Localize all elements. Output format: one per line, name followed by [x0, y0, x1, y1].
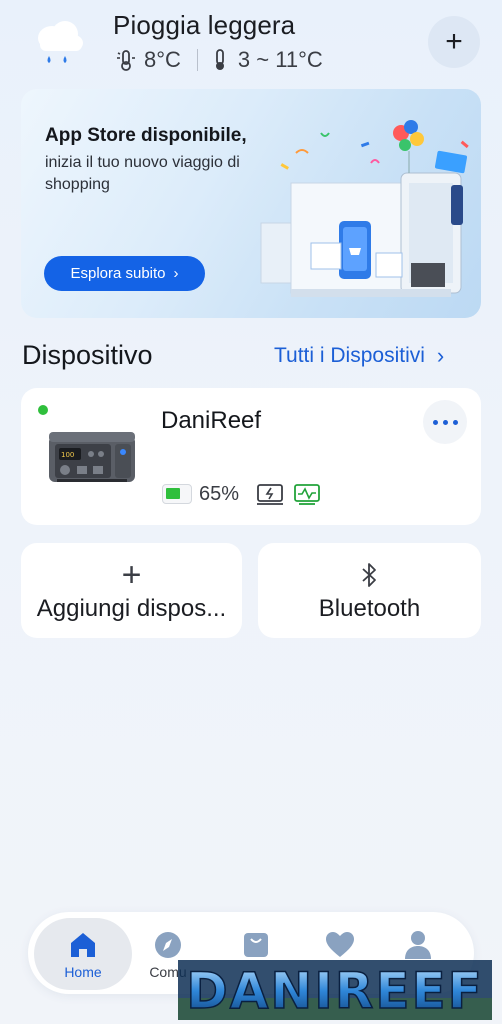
chevron-right-icon: ›: [173, 265, 179, 282]
current-temperature: 8°C: [144, 47, 181, 72]
banner-subtitle: inizia il tuo nuovo viaggio di shopping: [45, 154, 240, 193]
dot: [442, 419, 448, 425]
battery-fill: [166, 488, 180, 499]
weather-temperatures: 8°C 3 ~ 11°C: [116, 46, 323, 74]
person-icon: [405, 931, 431, 959]
battery-icon: [162, 484, 192, 504]
chevron-right-icon: ›: [436, 343, 445, 368]
plus-icon: +: [121, 556, 142, 594]
add-device-label: Aggiungi dispos...: [36, 595, 227, 622]
shopping-bag-icon: [244, 933, 268, 957]
weather-header[interactable]: Pioggia leggera 8°C 3 ~ 11°C +: [0, 0, 502, 84]
devices-section-title: Dispositivo: [22, 340, 153, 370]
bluetooth-button[interactable]: Bluetooth: [258, 543, 481, 638]
heart-icon: [326, 932, 354, 957]
power-station-image: 100: [49, 432, 135, 482]
device-card[interactable]: 100 DaniReef 65%: [21, 388, 481, 525]
add-device-button[interactable]: + Aggiungi dispos...: [21, 543, 242, 638]
app-store-banner[interactable]: App Store disponibile, inizia il tuo nuo…: [21, 89, 481, 318]
battery-percentage: 65%: [199, 483, 240, 505]
more-options-button[interactable]: [423, 400, 467, 444]
device-name: DaniReef: [161, 407, 262, 434]
banner-title: App Store disponibile,: [45, 125, 247, 146]
home-icon: [71, 933, 95, 957]
compass-icon: [155, 932, 181, 958]
ac-output-icon: [257, 484, 283, 505]
nav-home[interactable]: Home: [34, 912, 132, 994]
dot: [432, 419, 438, 425]
nav-home-label: Home: [64, 964, 102, 980]
explore-button-label: Esplora subito: [70, 265, 166, 282]
thermometer-icon: [215, 49, 224, 70]
bluetooth-icon: [362, 563, 376, 587]
weather-condition: Pioggia leggera: [113, 10, 296, 40]
dot: [452, 419, 458, 425]
explore-button[interactable]: Esplora subito ›: [44, 256, 205, 291]
bluetooth-label: Bluetooth: [318, 595, 421, 622]
divider: [196, 49, 198, 71]
add-button[interactable]: +: [428, 16, 480, 68]
rain-cloud-icon: [38, 21, 83, 63]
solar-input-icon: [294, 484, 320, 505]
watermark-text: DANIREEF: [186, 962, 484, 1020]
all-devices-label: Tutti i Dispositivi: [274, 344, 425, 367]
temperature-range: 3 ~ 11°C: [237, 47, 323, 72]
svg-text:100: 100: [61, 451, 74, 459]
online-status-dot: [38, 405, 48, 415]
thermometer-sun-icon: [117, 50, 135, 71]
all-devices-link[interactable]: Tutti i Dispositivi ›: [274, 343, 444, 369]
store-illustration: [260, 120, 469, 297]
danireef-watermark-logo: DANIREEF: [178, 960, 492, 1020]
